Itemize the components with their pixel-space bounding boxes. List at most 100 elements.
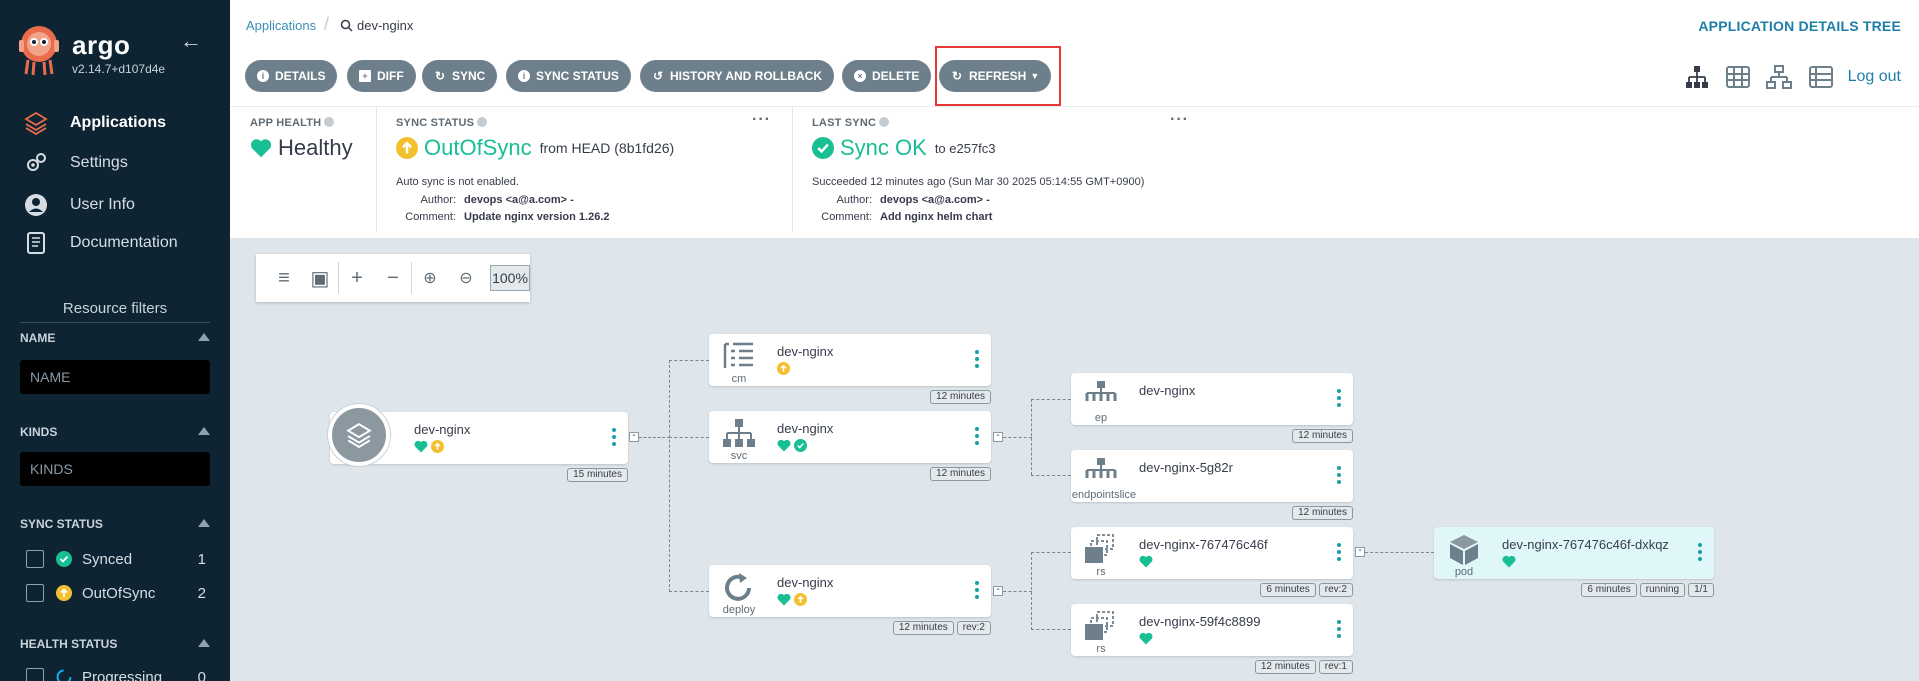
tree-node-replicaset[interactable]: rs dev-nginx-767476c46f 6 minutes rev:2 (1071, 527, 1353, 597)
tree-node-configmap[interactable]: cm dev-nginx 12 minutes (709, 334, 991, 404)
node-menu-icon[interactable] (975, 581, 979, 602)
pod-cube-icon (1450, 535, 1478, 565)
help-icon[interactable] (477, 117, 488, 127)
sync-status-button[interactable]: i SYNC STATUS (506, 60, 631, 92)
help-icon[interactable] (324, 117, 335, 127)
node-menu-icon[interactable] (1337, 389, 1341, 410)
align-left-icon[interactable]: ≡ (266, 262, 302, 294)
app-node-status (414, 440, 444, 453)
collapse-node-button[interactable]: - (629, 431, 639, 442)
node-menu-icon[interactable] (612, 428, 616, 446)
node-menu-icon[interactable] (1698, 543, 1702, 564)
collapse-node-button[interactable]: - (1355, 546, 1365, 557)
app-health-label: APP HEALTH (250, 117, 322, 129)
sync-button[interactable]: ↻ SYNC (422, 60, 498, 92)
info-icon: i (257, 70, 269, 82)
network-view-icon[interactable] (1766, 64, 1792, 90)
tree-node-endpoints[interactable]: ep dev-nginx 12 minutes (1071, 373, 1353, 443)
nav-user-info-label: User Info (70, 196, 135, 213)
checkbox[interactable] (26, 584, 44, 602)
app-health-value: Healthy (250, 135, 353, 161)
nav-user-info[interactable]: User Info (24, 190, 135, 220)
collapse-triangle-icon[interactable] (198, 639, 210, 647)
delete-button[interactable]: × DELETE (842, 60, 932, 92)
collapse-node-button[interactable]: - (993, 431, 1003, 442)
details-button[interactable]: i DETAILS (245, 60, 338, 92)
tree-edge (669, 360, 670, 592)
zoom-in-icon[interactable]: ⊕ (412, 262, 448, 294)
gears-icon (27, 153, 46, 171)
last-sync-label: LAST SYNC (812, 117, 877, 129)
collapse-triangle-icon[interactable] (198, 427, 210, 435)
node-menu-icon[interactable] (975, 427, 979, 448)
tree-edge (669, 360, 709, 361)
tree-node-replicaset-old[interactable]: rs dev-nginx-59f4c8899 12 minutes rev:1 (1071, 604, 1353, 674)
tree-edge (1031, 399, 1032, 475)
tree-node-app[interactable]: dev-nginx 15 minutes (328, 404, 628, 482)
filter-sync-header[interactable]: SYNC STATUS (20, 517, 210, 531)
filter-progressing-count: 0 (197, 668, 206, 681)
tree-node-endpointslice[interactable]: endpointslice dev-nginx-5g82r 12 minutes (1071, 450, 1353, 520)
outofsync-arrow-icon (431, 440, 444, 453)
last-sync-to-revision[interactable]: to e257fc3 (935, 141, 996, 156)
tree-edge (1360, 552, 1434, 553)
collapse-minus-icon[interactable]: − (375, 262, 411, 294)
author-key: Author: (420, 194, 456, 206)
logout-link[interactable]: Log out (1848, 68, 1901, 86)
filter-synced[interactable]: Synced 1 (26, 550, 206, 568)
last-sync-comment-row: Comment: Add nginx helm chart (812, 211, 992, 223)
filter-progressing[interactable]: Progressing 0 (26, 668, 206, 681)
node-status (777, 362, 790, 375)
node-tags: 12 minutes (1289, 429, 1353, 443)
layers-icon (24, 111, 48, 135)
help-icon[interactable] (879, 117, 890, 127)
tree-view-icon[interactable] (1684, 64, 1710, 90)
zoom-percent[interactable]: 100% (490, 265, 530, 291)
nav-applications[interactable]: Applications (24, 108, 166, 138)
details-button-label: DETAILS (275, 69, 326, 83)
age-tag: 12 minutes (1292, 429, 1353, 443)
last-sync-more-icon[interactable]: ··· (1170, 111, 1189, 129)
node-menu-icon[interactable] (1337, 466, 1341, 487)
fit-screen-icon[interactable]: ▣ (302, 262, 338, 294)
list-view-icon[interactable] (1808, 64, 1834, 90)
history-rollback-button[interactable]: ↺ HISTORY AND ROLLBACK (640, 60, 835, 92)
collapse-triangle-icon[interactable] (198, 333, 210, 341)
filter-health-header[interactable]: HEALTH STATUS (20, 637, 210, 651)
node-kind: cm (731, 373, 747, 385)
filter-outofsync-label: OutOfSync (82, 584, 156, 602)
node-menu-icon[interactable] (1337, 620, 1341, 641)
node-kind: ep (1094, 412, 1108, 424)
checkbox[interactable] (26, 668, 44, 681)
node-menu-icon[interactable] (1337, 543, 1341, 564)
collapse-sidebar-icon[interactable]: ← (180, 28, 202, 54)
collapse-node-button[interactable]: - (993, 585, 1003, 596)
nav-settings[interactable]: Settings (24, 148, 128, 178)
tree-node-deployment[interactable]: deploy dev-nginx 12 minutes rev:2 (709, 565, 991, 635)
breadcrumb-current[interactable]: dev-nginx (340, 18, 413, 33)
collapse-triangle-icon[interactable] (198, 519, 210, 527)
filter-kinds-input[interactable]: KINDS (20, 452, 210, 486)
filter-outofsync[interactable]: OutOfSync 2 (26, 584, 206, 602)
sync-from-revision[interactable]: from HEAD (8b1fd26) (540, 140, 675, 156)
app-health-header: APP HEALTH (250, 117, 335, 129)
tree-node-pod[interactable]: pod dev-nginx-767476c46f-dxkqz 6 minutes… (1434, 527, 1714, 597)
filter-name-input[interactable]: NAME (20, 360, 210, 394)
divider (376, 107, 377, 232)
node-menu-icon[interactable] (975, 350, 979, 371)
breadcrumb-applications[interactable]: Applications (246, 18, 316, 33)
tree-node-service[interactable]: svc dev-nginx 12 minutes (709, 411, 991, 481)
filter-name-header[interactable]: NAME (20, 331, 210, 345)
argo-logo-icon[interactable] (18, 24, 60, 76)
filter-kinds-header[interactable]: KINDS (20, 425, 210, 439)
sync-status-more-icon[interactable]: ··· (752, 111, 771, 129)
checkbox[interactable] (26, 550, 44, 568)
zoom-out-icon[interactable]: ⊖ (448, 262, 484, 294)
diff-button-label: DIFF (377, 69, 404, 83)
expand-plus-icon[interactable]: + (339, 262, 375, 294)
diff-button[interactable]: + DIFF (347, 60, 416, 92)
tree-edge (1031, 629, 1071, 630)
app-health-text: Healthy (278, 135, 353, 160)
pods-grid-view-icon[interactable] (1725, 64, 1751, 90)
nav-documentation[interactable]: Documentation (24, 228, 178, 258)
